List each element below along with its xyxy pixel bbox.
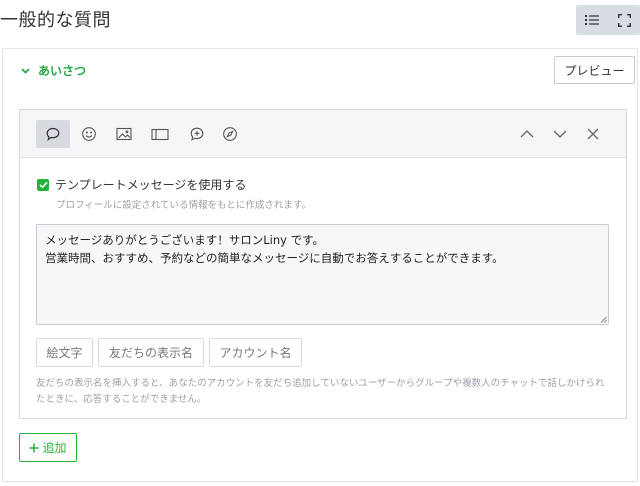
text-message-tool[interactable] <box>36 120 70 148</box>
move-up-button[interactable] <box>510 120 544 148</box>
section-toggle[interactable]: あいさつ <box>20 62 86 79</box>
message-card: テンプレートメッセージを使用する プロフィールに設定されている情報をもとに作成さ… <box>19 109 627 419</box>
card-icon <box>151 128 169 140</box>
fullscreen-icon <box>617 13 631 27</box>
list-view-icon <box>585 15 599 25</box>
smiley-icon <box>82 127 96 141</box>
template-checkbox-label: テンプレートメッセージを使用する <box>55 178 247 192</box>
message-type-toolbar <box>20 110 626 158</box>
sticker-tool[interactable] <box>72 120 106 148</box>
message-line: 営業時間、おすすめ、予約などの簡単なメッセージに自動でお答えすることができます。 <box>45 251 504 265</box>
template-help-text: プロフィールに設定されている情報をもとに作成されます。 <box>56 200 311 211</box>
chevron-down-icon <box>553 130 567 138</box>
card-tool[interactable] <box>143 120 177 148</box>
chevron-up-icon <box>520 130 534 138</box>
plus-icon <box>29 443 39 452</box>
insert-emoji-button[interactable]: 絵文字 <box>36 338 93 367</box>
template-toggle[interactable]: テンプレートメッセージを使用する <box>37 176 246 193</box>
fullscreen-button[interactable] <box>608 5 640 35</box>
action-tool[interactable] <box>213 120 247 148</box>
image-icon <box>116 127 132 141</box>
page-title: 一般的な質問 <box>0 10 111 31</box>
preview-button[interactable]: プレビュー <box>554 56 635 84</box>
question-tool[interactable] <box>180 120 214 148</box>
insert-friend-name-button[interactable]: 友だちの表示名 <box>98 338 204 367</box>
speech-bubble-icon <box>46 127 60 141</box>
template-checkbox[interactable] <box>37 178 49 191</box>
close-icon <box>587 128 599 140</box>
insert-account-name-button[interactable]: アカウント名 <box>209 338 302 367</box>
list-view-button[interactable] <box>576 5 608 35</box>
resize-handle-icon[interactable] <box>599 315 607 323</box>
delete-message-button[interactable] <box>576 120 610 148</box>
faq-panel: あいさつ プレビュー テンプレートメッセージを使用する プロフィールに設定されて… <box>2 48 638 482</box>
insert-help-text: 友だちの表示名を挿入すると、あなたのアカウントを友だち追加していないユーザーから… <box>36 378 605 405</box>
checkmark-icon <box>38 181 48 188</box>
message-textarea[interactable]: メッセージありがとうございます！サロンLiny です。 営業時間、おすすめ、予約… <box>36 224 609 325</box>
compass-icon <box>223 127 237 141</box>
move-down-button[interactable] <box>543 120 577 148</box>
view-actions <box>576 5 640 35</box>
chevron-down-icon <box>20 66 30 76</box>
add-message-button[interactable]: 追加 <box>19 433 77 462</box>
add-button-label: 追加 <box>42 441 67 455</box>
message-line: メッセージありがとうございます！サロンLiny です。 <box>45 233 324 247</box>
chat-plus-icon <box>190 127 204 141</box>
section-title: あいさつ <box>38 64 87 78</box>
image-tool[interactable] <box>107 120 141 148</box>
